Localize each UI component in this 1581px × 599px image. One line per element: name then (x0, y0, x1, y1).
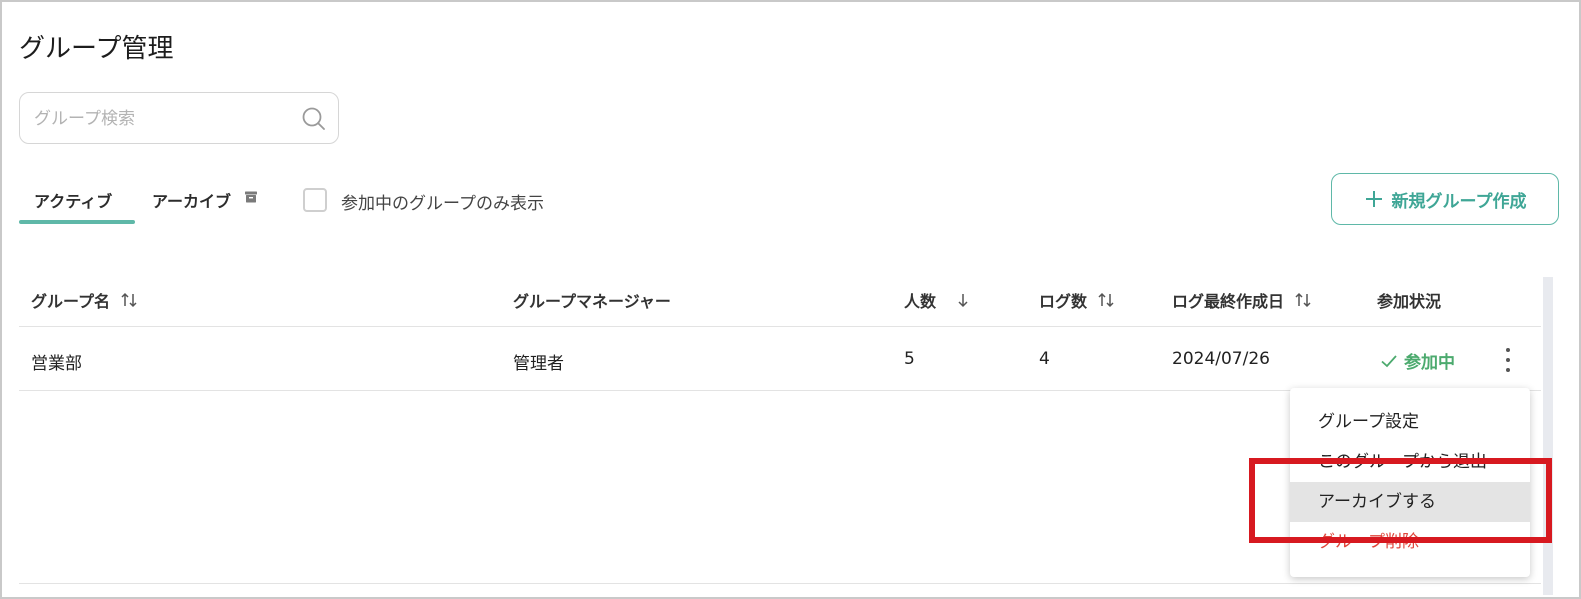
archive-icon (245, 191, 257, 203)
column-header-label: 参加状況 (1377, 292, 1442, 311)
tab-archive[interactable]: アーカイブ (152, 188, 231, 212)
status-badge: 参加中 (1380, 348, 1455, 373)
cell-logs: 4 (1039, 349, 1050, 369)
tab-active[interactable]: アクティブ (34, 188, 112, 212)
column-header-label: グループマネージャー (513, 292, 671, 311)
scrollbar[interactable] (1543, 277, 1553, 595)
column-header-members[interactable]: 人数 (904, 288, 972, 312)
column-header-group-name[interactable]: グループ名 (31, 288, 138, 312)
menu-item-delete-group[interactable]: グループ削除 (1290, 522, 1530, 562)
cell-members: 5 (904, 349, 915, 369)
sort-down-icon[interactable] (954, 291, 972, 309)
column-header-status: 参加状況 (1377, 288, 1441, 312)
column-header-label: ログ最終作成日 (1172, 292, 1285, 311)
table-header-divider (19, 326, 1541, 327)
sort-both-icon[interactable] (1097, 291, 1115, 309)
joined-only-checkbox[interactable] (303, 188, 327, 212)
check-icon (1381, 354, 1397, 367)
menu-item-leave-group[interactable]: このグループから退出 (1290, 442, 1530, 482)
cell-manager: 管理者 (513, 354, 564, 374)
new-group-button[interactable]: 新規グループ作成 (1331, 173, 1559, 225)
page-title: グループ管理 (19, 34, 174, 64)
column-header-label: グループ名 (31, 292, 111, 311)
status-label: 参加中 (1404, 353, 1455, 373)
joined-only-label: 参加中のグループのみ表示 (341, 194, 544, 214)
more-options-icon[interactable] (1496, 344, 1520, 376)
active-tab-indicator (19, 220, 135, 224)
search-input[interactable] (32, 93, 296, 145)
column-header-label: ログ数 (1039, 292, 1088, 311)
cell-group-name[interactable]: 営業部 (31, 349, 82, 374)
table-bottom-divider (19, 583, 1541, 584)
menu-item-group-settings[interactable]: グループ設定 (1290, 402, 1530, 442)
row-actions-menu: グループ設定 このグループから退出 アーカイブする グループ削除 (1290, 388, 1530, 577)
column-header-manager: グループマネージャー (513, 288, 671, 312)
search-icon[interactable] (301, 106, 327, 132)
search-box[interactable] (19, 92, 339, 145)
menu-item-archive[interactable]: アーカイブする (1290, 482, 1530, 522)
column-header-last-log-date[interactable]: ログ最終作成日 (1172, 288, 1312, 312)
column-header-label: 人数 (904, 292, 937, 311)
new-group-button-label: 新規グループ作成 (1391, 191, 1527, 212)
sort-both-icon[interactable] (120, 291, 138, 309)
cell-last-log-date: 2024/07/26 (1172, 349, 1270, 369)
plus-icon (1365, 191, 1382, 207)
column-header-logs[interactable]: ログ数 (1039, 288, 1115, 312)
sort-both-icon[interactable] (1294, 291, 1312, 309)
